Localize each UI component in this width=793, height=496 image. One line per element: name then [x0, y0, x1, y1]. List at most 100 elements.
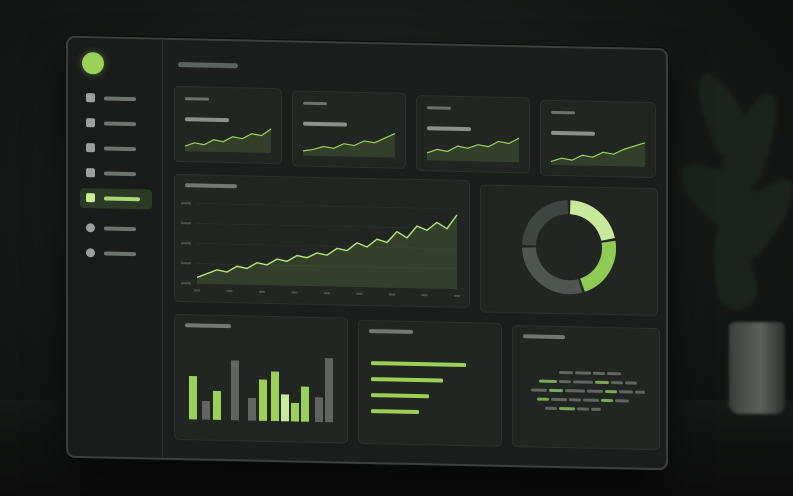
plant-pot — [729, 322, 785, 414]
tag-cloud-panel[interactable] — [512, 325, 660, 451]
calendar-icon — [86, 168, 95, 178]
grid-line — [197, 203, 457, 210]
tag-item[interactable] — [559, 380, 571, 384]
sidebar — [68, 37, 163, 458]
tag-item[interactable] — [559, 407, 575, 411]
kpi-card[interactable] — [292, 90, 406, 169]
sidebar-item-label — [104, 226, 136, 232]
sidebar-item-label — [104, 146, 136, 152]
kpi-card[interactable] — [416, 95, 530, 174]
donut-chart-panel[interactable] — [480, 184, 658, 317]
y-tick-label — [181, 202, 191, 205]
donut-chart — [522, 200, 616, 295]
page-title — [178, 62, 238, 69]
x-tick-label — [226, 290, 233, 293]
bar — [281, 394, 289, 422]
tag-item[interactable] — [607, 372, 621, 376]
tag-item[interactable] — [635, 390, 645, 394]
horizontal-bar — [371, 361, 466, 368]
tag-item[interactable] — [587, 389, 603, 393]
donut-slice — [569, 200, 615, 242]
sidebar-item-products[interactable] — [80, 113, 152, 135]
y-tick-label — [181, 262, 191, 265]
tag-cloud-title — [523, 334, 565, 340]
y-tick-label — [181, 222, 191, 225]
kpi-card[interactable] — [540, 99, 656, 179]
bar — [315, 397, 323, 423]
bar — [248, 397, 256, 421]
bar — [291, 402, 299, 422]
tag-cloud — [513, 326, 659, 411]
x-tick-label — [389, 293, 395, 296]
bar — [271, 371, 279, 422]
tag-item[interactable] — [595, 380, 609, 385]
bar — [301, 386, 309, 422]
settings-icon — [86, 248, 95, 258]
bar-chart — [189, 358, 333, 423]
kpi-sparkline — [184, 128, 272, 153]
tag-item[interactable] — [569, 398, 581, 402]
kpi-sparkline — [426, 137, 520, 163]
sidebar-item-calendar[interactable] — [80, 163, 152, 185]
sidebar-item-analytics[interactable] — [80, 187, 152, 210]
tag-item[interactable] — [601, 398, 613, 403]
y-tick-label — [181, 282, 191, 285]
sidebar-item-user[interactable] — [80, 218, 152, 240]
sparkline-area — [185, 128, 271, 153]
x-tick-label — [356, 292, 363, 295]
donut-slice — [579, 240, 616, 292]
tag-item[interactable] — [575, 371, 591, 375]
tag-item[interactable] — [625, 381, 637, 385]
tag-item[interactable] — [565, 389, 585, 393]
tag-item[interactable] — [559, 371, 573, 375]
kpi-sparkline — [550, 142, 646, 167]
sidebar-item-home[interactable] — [80, 88, 152, 110]
x-tick-label — [421, 294, 428, 297]
bar-chart-panel[interactable] — [174, 313, 348, 444]
sidebar-item-label — [104, 251, 136, 257]
main-content — [162, 40, 666, 469]
bar — [189, 375, 197, 420]
tag-item[interactable] — [545, 406, 557, 410]
tag-item[interactable] — [539, 379, 557, 383]
x-tick-label — [194, 289, 200, 292]
tag-item[interactable] — [611, 381, 623, 385]
tag-item[interactable] — [549, 388, 563, 393]
bar — [259, 379, 267, 421]
horizontal-bar — [371, 393, 429, 399]
tag-item[interactable] — [593, 371, 605, 375]
horizontal-bar — [371, 377, 443, 383]
logo-circle-icon[interactable] — [82, 52, 104, 75]
x-tick-label — [259, 290, 265, 293]
sidebar-item-settings[interactable] — [80, 243, 152, 265]
tag-item[interactable] — [537, 397, 549, 401]
bar — [325, 358, 333, 423]
x-tick-label — [454, 294, 460, 297]
progress-list-panel[interactable] — [358, 319, 502, 447]
bar — [202, 400, 210, 420]
box-icon — [86, 118, 95, 128]
tag-item[interactable] — [591, 407, 601, 411]
home-icon — [86, 93, 95, 103]
tag-item[interactable] — [583, 398, 599, 402]
donut-slice — [522, 200, 569, 246]
tag-item[interactable] — [577, 407, 589, 411]
kpi-card[interactable] — [174, 85, 282, 165]
tag-item[interactable] — [573, 380, 593, 384]
sidebar-item-label — [104, 96, 136, 102]
sidebar-item-label — [104, 171, 136, 177]
tag-item[interactable] — [605, 389, 617, 394]
sidebar-item-grid[interactable] — [80, 138, 152, 160]
tag-item[interactable] — [531, 388, 547, 392]
y-tick-label — [181, 242, 191, 245]
tag-item[interactable] — [551, 397, 567, 402]
line-chart-panel[interactable] — [174, 173, 470, 309]
chart-icon — [86, 193, 95, 203]
plant-decoration — [666, 60, 793, 360]
sidebar-item-label — [104, 196, 140, 202]
kpi-sparkline — [302, 133, 396, 158]
tag-item[interactable] — [619, 390, 633, 394]
line-area — [197, 214, 457, 289]
horizontal-bar — [371, 409, 419, 415]
tag-item[interactable] — [615, 399, 629, 403]
